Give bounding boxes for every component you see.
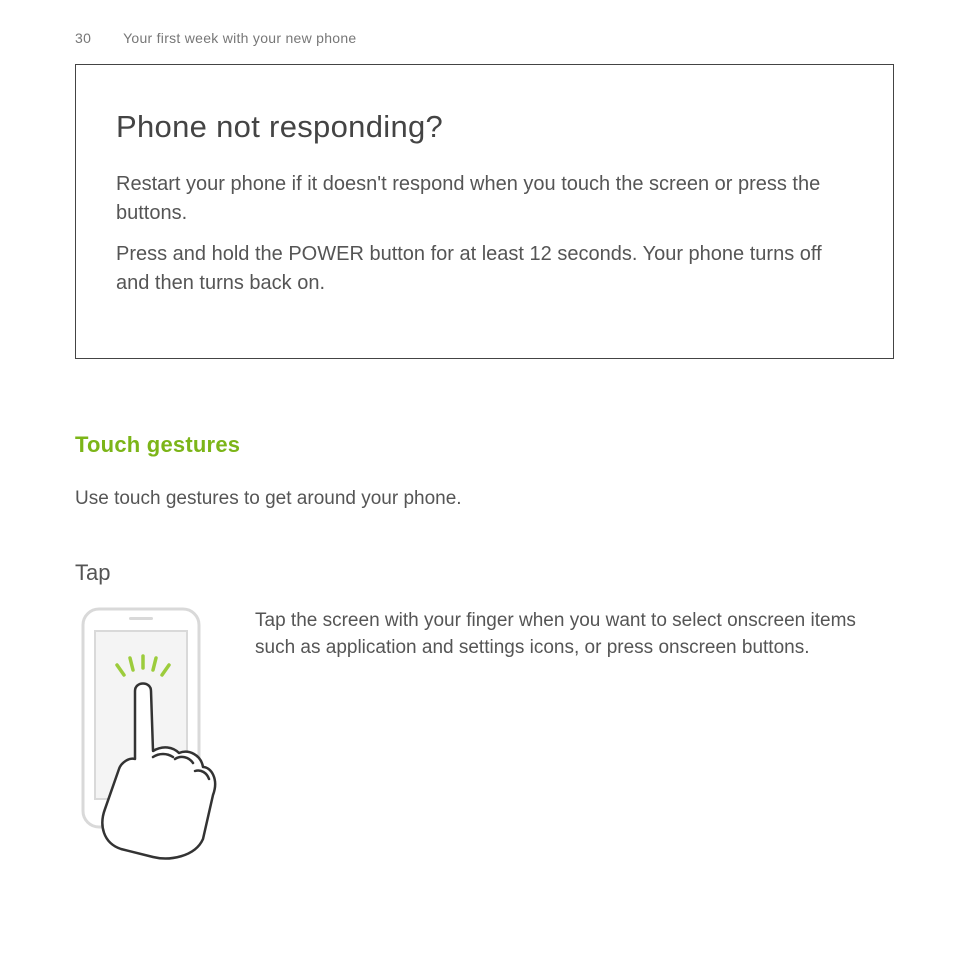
gesture-description: Tap the screen with your finger when you… (255, 603, 894, 662)
section-intro: Use touch gestures to get around your ph… (75, 485, 894, 513)
page-header: 30 Your first week with your new phone (75, 28, 894, 48)
callout-paragraph-2: Press and hold the POWER button for at l… (116, 240, 853, 298)
callout-box: Phone not responding? Restart your phone… (75, 64, 894, 359)
section-title: Touch gestures (75, 429, 894, 461)
gesture-name: Tap (75, 557, 894, 589)
page-number: 30 (75, 28, 91, 48)
gesture-row: Tap the screen with your finger when you… (75, 603, 894, 863)
callout-title: Phone not responding? (116, 105, 853, 150)
chapter-title: Your first week with your new phone (123, 30, 356, 46)
callout-paragraph-1: Restart your phone if it doesn't respond… (116, 170, 853, 228)
tap-gesture-icon (75, 603, 225, 863)
